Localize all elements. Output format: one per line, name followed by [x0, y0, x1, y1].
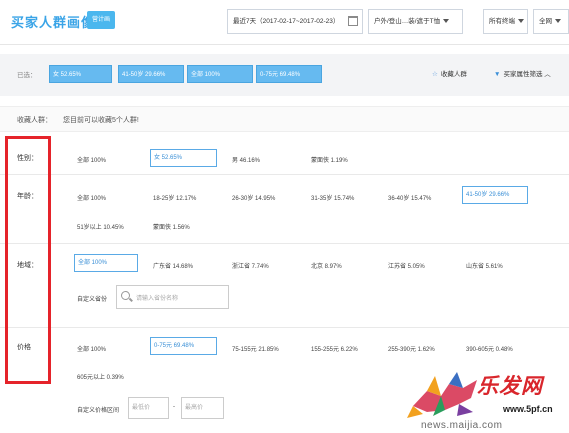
price-option-75-155[interactable]: 75-155元 21.85%	[232, 344, 279, 353]
watermark-brand: 乐发网	[477, 375, 543, 398]
age-option-41-50[interactable]: 41-50岁 29.66%	[462, 186, 528, 204]
title-badge: 营计画	[87, 11, 116, 29]
price-option-390-605[interactable]: 390-605元 0.48%	[466, 344, 513, 353]
selected-chip-gender[interactable]: 女 52.65%	[49, 65, 112, 83]
favorite-crowd-note: 您目前可以收藏5个人群!	[63, 117, 139, 124]
min-price-input[interactable]: 最低价	[128, 397, 169, 419]
watermark-url-secondary: news.maijia.com	[421, 420, 503, 431]
region-option-zhejiang[interactable]: 浙江省 7.74%	[232, 261, 269, 270]
selected-label: 已选：	[17, 72, 37, 79]
star-icon: ☆	[432, 71, 438, 78]
price-option-all[interactable]: 全部 100%	[77, 344, 106, 353]
gender-option-female[interactable]: 女 52.65%	[150, 149, 217, 167]
age-option-all[interactable]: 全部 100%	[77, 193, 106, 202]
selected-filters-bar: 已选： 女 52.65% 41-50岁 29.66% 全部 100% 0-75元…	[0, 54, 569, 96]
age-option-masked[interactable]: 蒙面侠 1.56%	[153, 222, 190, 231]
age-option-18-25[interactable]: 18-25岁 12.17%	[153, 193, 196, 202]
age-option-51-plus[interactable]: 51岁以上 10.45%	[77, 222, 124, 231]
chevron-down-icon	[443, 19, 450, 24]
price-option-255-390[interactable]: 255-390元 1.62%	[388, 344, 435, 353]
custom-province-label: 自定义省份	[77, 297, 108, 303]
custom-price-label: 自定义价格区间	[77, 408, 120, 414]
search-icon	[121, 291, 130, 300]
age-option-36-40[interactable]: 36-40岁 15.47%	[388, 193, 431, 202]
favorite-crowd-button[interactable]: ☆ 收藏人群	[432, 68, 467, 78]
chevron-down-icon	[555, 19, 561, 24]
highlight-annotation-box	[5, 136, 51, 384]
price-option-605-plus[interactable]: 605元以上 0.39%	[77, 372, 124, 381]
category-select[interactable]: 户外/登山…装/遮于T恤	[368, 9, 463, 34]
selected-chip-age[interactable]: 41-50岁 29.66%	[118, 65, 184, 83]
age-option-26-30[interactable]: 26-30岁 14.95%	[232, 193, 275, 202]
price-option-0-75[interactable]: 0-75元 69.48%	[150, 337, 217, 355]
watermark: 乐发网 www.5pf.cn news.maijia.com	[397, 366, 569, 433]
favorite-crowd-title: 收藏人群：	[17, 117, 52, 124]
favorite-crowd-row: 收藏人群： 您目前可以收藏5个人群!	[0, 106, 569, 132]
max-price-input[interactable]: 最高价	[181, 397, 224, 419]
section-divider	[0, 243, 569, 244]
buyer-attribute-filter-button[interactable]: ▼ 买家属性筛选 ︿	[494, 68, 551, 78]
section-divider	[0, 174, 569, 175]
network-select[interactable]: 全网	[533, 9, 569, 34]
filter-icon: ▼	[494, 71, 501, 78]
selected-chip-price[interactable]: 0-75元 69.48%	[256, 65, 322, 83]
buyer-attribute-filter-label: 买家属性筛选	[503, 71, 543, 78]
favorite-crowd-label: 收藏人群	[440, 71, 467, 78]
terminal-value: 所有终端	[489, 18, 515, 25]
region-option-guangdong[interactable]: 广东省 14.68%	[153, 261, 193, 270]
province-search-placeholder: 请输入省份名称	[136, 296, 179, 302]
region-option-jiangsu[interactable]: 江苏省 5.05%	[388, 261, 425, 270]
category-value: 户外/登山…装/遮于T恤	[374, 18, 441, 25]
gender-option-all[interactable]: 全部 100%	[77, 155, 106, 164]
gender-option-masked[interactable]: 蒙面侠 1.19%	[311, 155, 348, 164]
price-range-separator: -	[173, 404, 175, 410]
terminal-select[interactable]: 所有终端	[483, 9, 528, 34]
date-range-picker[interactable]: 最近7天（2017-02-17~2017-02-23）	[227, 9, 363, 34]
calendar-icon	[348, 16, 358, 26]
selected-chip-region[interactable]: 全部 100%	[187, 65, 253, 83]
region-option-shandong[interactable]: 山东省 5.61%	[466, 261, 503, 270]
section-divider	[0, 327, 569, 328]
province-search-input[interactable]: 请输入省份名称	[116, 285, 229, 309]
watermark-url-primary: www.5pf.cn	[503, 404, 553, 414]
region-option-all[interactable]: 全部 100%	[74, 254, 138, 272]
date-range-value: 最近7天（2017-02-17~2017-02-23）	[233, 18, 340, 25]
region-option-beijing[interactable]: 北京 8.97%	[311, 261, 342, 270]
price-option-155-255[interactable]: 155-255元 6.22%	[311, 344, 358, 353]
gender-option-male[interactable]: 男 46.16%	[232, 155, 260, 164]
network-value: 全网	[539, 18, 552, 25]
age-option-31-35[interactable]: 31-35岁 15.74%	[311, 193, 354, 202]
chevron-down-icon	[518, 19, 524, 24]
page-header: 买家人群画像 营计画 最近7天（2017-02-17~2017-02-23） 户…	[0, 0, 569, 45]
chevron-up-icon: ︿	[542, 71, 551, 78]
page-title: 买家人群画像	[11, 15, 96, 30]
